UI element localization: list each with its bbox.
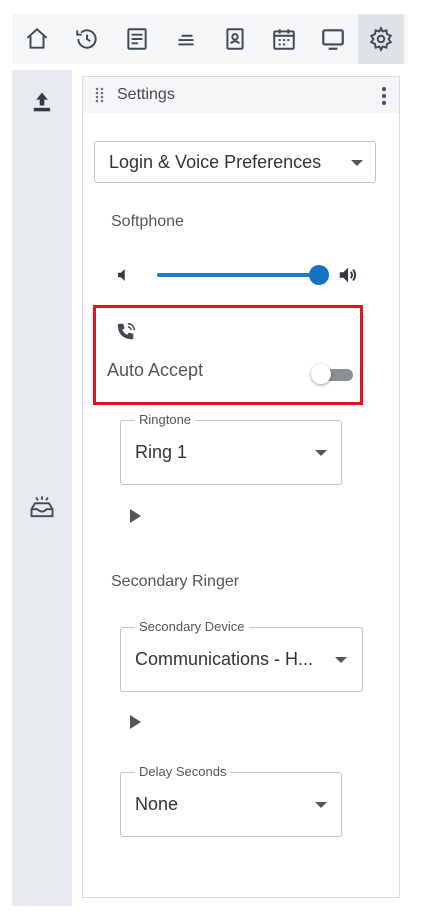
calendar-icon [273,29,295,50]
contacts-button[interactable] [212,14,258,64]
settings-button[interactable] [358,14,404,64]
monitor-icon [322,29,344,50]
secondary-device-select[interactable]: Secondary Device Communications - H... [120,619,363,692]
volume-thumb[interactable] [309,265,329,285]
play-secondary-icon[interactable] [130,715,141,729]
ringtone-value: Ring 1 [135,442,188,462]
ringtone-select[interactable]: Ringtone Ring 1 [120,412,342,485]
softphone-label: Softphone [111,213,184,230]
delay-seconds-select[interactable]: Delay Seconds None [120,764,342,837]
toggle-knob [311,364,331,384]
drag-handle-icon[interactable] [95,87,105,103]
chevron-down-icon [335,657,347,663]
volume-high-icon [339,267,357,283]
home-button[interactable] [14,14,60,64]
notes-icon [127,28,147,50]
gear-icon [369,26,393,52]
volume-track[interactable] [157,273,317,277]
queue-icon [178,34,194,46]
volume-low-icon [118,269,125,281]
history-icon [76,29,97,49]
ringtone-legend: Ringtone [135,412,196,427]
notes-button[interactable] [114,14,160,64]
preference-select[interactable]: Login & Voice Preferences [94,141,376,183]
inbox-icon[interactable] [28,494,56,522]
settings-panel: Settings Login & Voice Preferences Softp… [82,76,400,898]
upload-icon[interactable] [28,88,56,116]
play-ringtone-icon[interactable] [130,509,141,523]
left-sidebar [12,70,72,906]
auto-accept-label: Auto Accept [107,360,204,380]
history-button[interactable] [64,14,110,64]
calendar-button[interactable] [261,14,307,64]
phone-auto-icon [117,323,135,340]
more-options-icon[interactable] [381,86,387,106]
chevron-down-icon [315,450,327,456]
chevron-down-icon [315,802,327,808]
preference-select-value: Login & Voice Preferences [109,151,322,172]
auto-accept-toggle[interactable] [311,364,353,384]
queue-button[interactable] [163,14,209,64]
panel-header: Settings [83,77,399,113]
delay-seconds-value: None [135,794,179,814]
secondary-device-value: Communications - H... [135,649,314,669]
delay-seconds-legend: Delay Seconds [135,764,231,779]
volume-slider[interactable] [115,263,365,287]
top-toolbar [12,14,408,64]
monitor-button[interactable] [310,14,356,64]
panel-title: Settings [117,86,175,103]
secondary-device-legend: Secondary Device [135,619,249,634]
chevron-down-icon [351,160,363,166]
secondary-ringer-label: Secondary Ringer [111,573,240,590]
contacts-icon [226,28,244,50]
home-icon [26,27,48,49]
auto-accept-highlight [93,305,363,405]
